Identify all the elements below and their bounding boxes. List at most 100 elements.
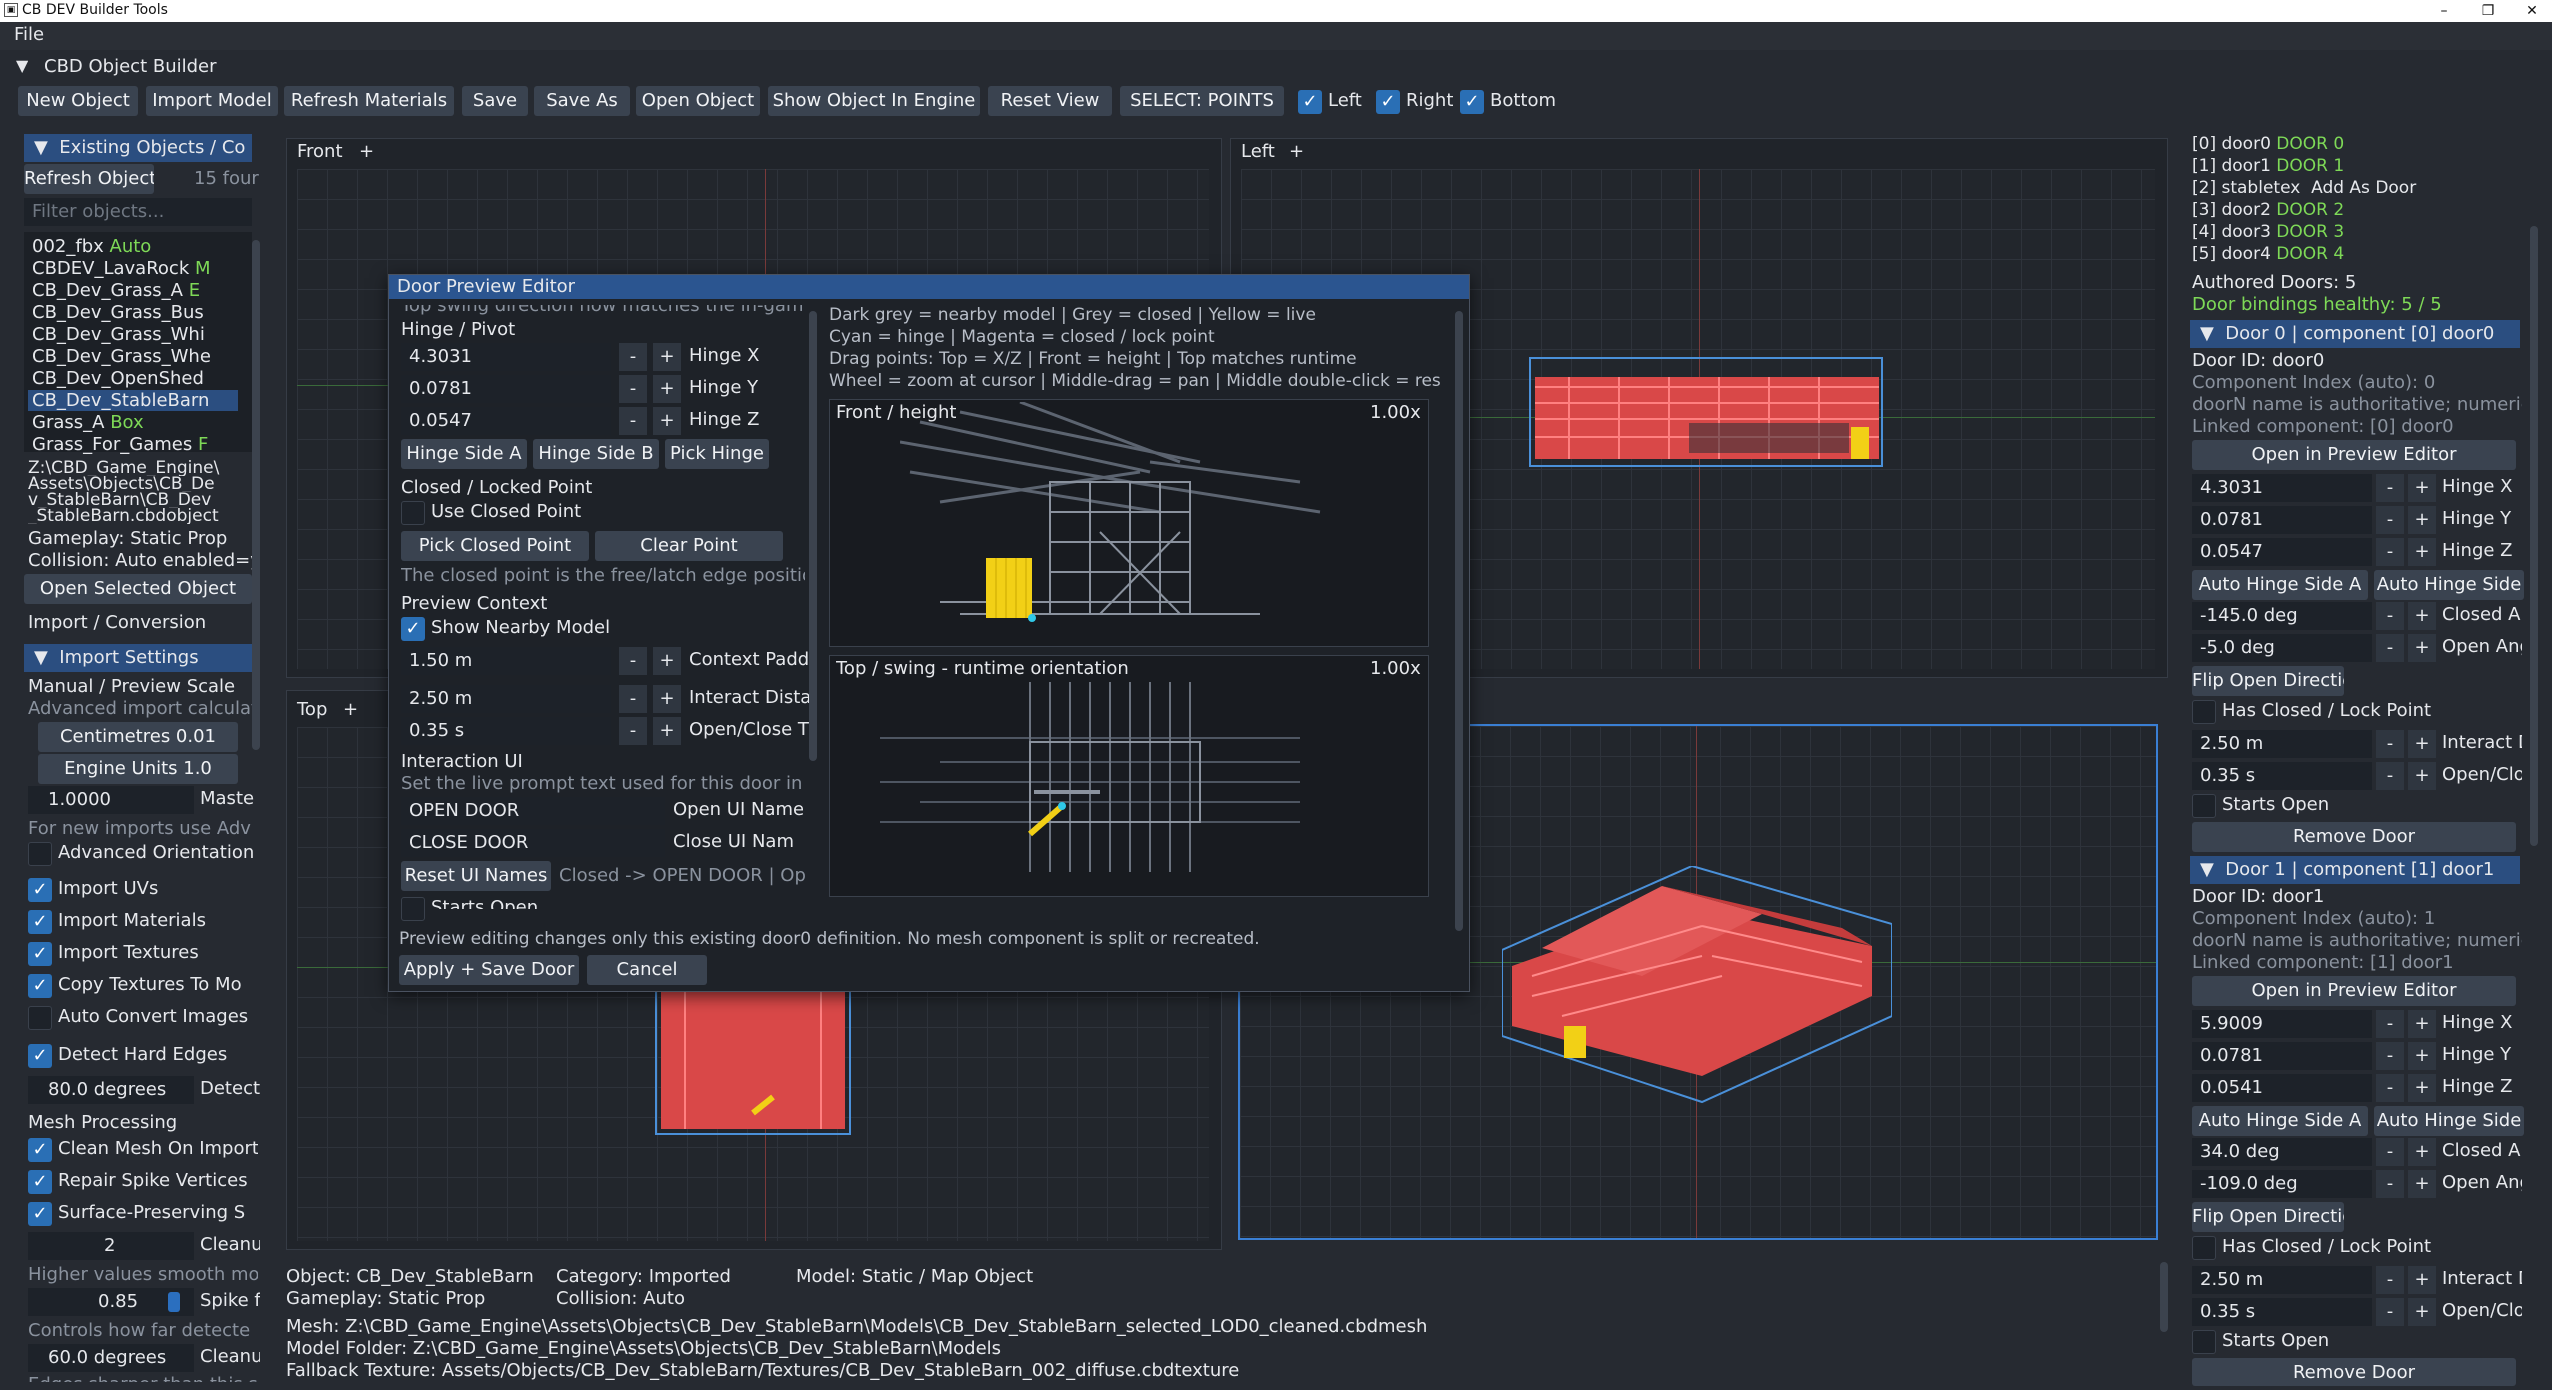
door1-closed-angle-plus[interactable]: + bbox=[2408, 1138, 2436, 1166]
door0-hinge-y-plus[interactable]: + bbox=[2408, 506, 2436, 534]
door0-auto-hinge-b-button[interactable]: Auto Hinge Side bbox=[2374, 570, 2524, 600]
door1-hinge-y-minus[interactable]: - bbox=[2376, 1042, 2404, 1070]
import-materials-checkbox[interactable]: ✓ bbox=[28, 910, 52, 934]
import-settings-header[interactable]: ▼ Import Settings bbox=[24, 644, 252, 672]
hinge-side-b-button[interactable]: Hinge Side B bbox=[533, 439, 659, 469]
door1-hinge-y-plus[interactable]: + bbox=[2408, 1042, 2436, 1070]
component-item[interactable]: [5] door4 DOOR 4 bbox=[2192, 244, 2532, 264]
open-door-field[interactable]: OPEN DOOR bbox=[401, 797, 665, 825]
maximize-button[interactable]: ❐ bbox=[2466, 0, 2510, 22]
use-closed-checkbox[interactable] bbox=[401, 501, 425, 525]
hinge-y-plus[interactable]: + bbox=[653, 375, 681, 403]
cancel-button[interactable]: Cancel bbox=[587, 955, 707, 985]
door1-hinge-y-field[interactable]: 0.0781 bbox=[2192, 1042, 2372, 1070]
door0-closed-angle-minus[interactable]: - bbox=[2376, 602, 2404, 630]
door0-openclose-plus[interactable]: + bbox=[2408, 762, 2436, 790]
door1-hinge-x-plus[interactable]: + bbox=[2408, 1010, 2436, 1038]
door1-header[interactable]: ▼ Door 1 | component [1] door1 bbox=[2190, 856, 2520, 884]
door1-open-angle-field[interactable]: -109.0 deg bbox=[2192, 1170, 2372, 1198]
hinge-y-minus[interactable]: - bbox=[619, 375, 647, 403]
door1-openclose-plus[interactable]: + bbox=[2408, 1298, 2436, 1326]
door1-openclose-field[interactable]: 0.35 s bbox=[2192, 1298, 2372, 1326]
door0-hinge-z-field[interactable]: 0.0547 bbox=[2192, 538, 2372, 566]
bottom-checkbox[interactable]: ✓ bbox=[1460, 90, 1484, 114]
new-object-button[interactable]: New Object bbox=[18, 86, 138, 116]
import-model-button[interactable]: Import Model bbox=[146, 86, 278, 116]
door0-auto-hinge-a-button[interactable]: Auto Hinge Side A bbox=[2192, 570, 2368, 600]
surface-preserving-checkbox[interactable]: ✓ bbox=[28, 1202, 52, 1226]
status-scrollbar[interactable] bbox=[2160, 1262, 2168, 1332]
door0-closed-angle-plus[interactable]: + bbox=[2408, 602, 2436, 630]
top-add-icon[interactable]: + bbox=[343, 699, 358, 720]
existing-objects-header[interactable]: ▼ Existing Objects / Co bbox=[24, 134, 252, 162]
door0-hinge-z-minus[interactable]: - bbox=[2376, 538, 2404, 566]
context-pad-field[interactable]: 1.50 m bbox=[401, 647, 611, 675]
refresh-materials-button[interactable]: Refresh Materials bbox=[284, 86, 454, 116]
door0-open-angle-field[interactable]: -5.0 deg bbox=[2192, 634, 2372, 662]
pick-closed-button[interactable]: Pick Closed Point bbox=[401, 531, 589, 561]
right-checkbox[interactable]: ✓ bbox=[1376, 90, 1400, 114]
cleanup-degrees-field[interactable]: 60.0 degrees bbox=[28, 1344, 194, 1372]
close-door-field[interactable]: CLOSE DOOR bbox=[401, 829, 665, 857]
hinge-y-field[interactable]: 0.0781 bbox=[401, 375, 611, 403]
door1-open-preview-button[interactable]: Open in Preview Editor bbox=[2192, 976, 2516, 1006]
door1-hinge-z-field[interactable]: 0.0541 bbox=[2192, 1074, 2372, 1102]
hinge-x-minus[interactable]: - bbox=[619, 343, 647, 371]
door1-starts-open-checkbox[interactable] bbox=[2192, 1330, 2216, 1354]
door1-hinge-x-minus[interactable]: - bbox=[2376, 1010, 2404, 1038]
top-swing-preview[interactable]: Top / swing - runtime orientation 1.00x bbox=[829, 655, 1429, 897]
hinge-side-a-button[interactable]: Hinge Side A bbox=[401, 439, 527, 469]
show-in-engine-button[interactable]: Show Object In Engine bbox=[768, 86, 980, 116]
door1-auto-hinge-a-button[interactable]: Auto Hinge Side A bbox=[2192, 1106, 2368, 1136]
door1-flip-button[interactable]: Flip Open Direction bbox=[2192, 1202, 2344, 1232]
show-nearby-checkbox[interactable]: ✓ bbox=[401, 617, 425, 641]
component-item[interactable]: [0] door0 DOOR 0 bbox=[2192, 134, 2532, 154]
minimize-button[interactable]: – bbox=[2422, 0, 2466, 22]
door0-open-preview-button[interactable]: Open in Preview Editor bbox=[2192, 440, 2516, 470]
door1-hinge-z-plus[interactable]: + bbox=[2408, 1074, 2436, 1102]
door1-has-closed-checkbox[interactable] bbox=[2192, 1236, 2216, 1260]
filter-input[interactable]: Filter objects... bbox=[24, 198, 252, 226]
clear-point-button[interactable]: Clear Point bbox=[595, 531, 783, 561]
component-item[interactable]: [3] door2 DOOR 2 bbox=[2192, 200, 2532, 220]
list-item[interactable]: CB_Dev_Grass_Whe bbox=[32, 346, 242, 367]
component-item[interactable]: [4] door3 DOOR 3 bbox=[2192, 222, 2532, 242]
door1-interact-minus[interactable]: - bbox=[2376, 1266, 2404, 1294]
door1-openclose-minus[interactable]: - bbox=[2376, 1298, 2404, 1326]
refresh-objects-button[interactable]: Refresh Objects bbox=[24, 164, 154, 194]
left-panel-scrollbar[interactable] bbox=[252, 240, 260, 750]
door0-openclose-field[interactable]: 0.35 s bbox=[2192, 762, 2372, 790]
door0-open-angle-plus[interactable]: + bbox=[2408, 634, 2436, 662]
open-selected-button[interactable]: Open Selected Object bbox=[24, 574, 252, 604]
door0-header[interactable]: ▼ Door 0 | component [0] door0 bbox=[2190, 320, 2520, 348]
door0-has-closed-checkbox[interactable] bbox=[2192, 700, 2216, 724]
scale-field[interactable]: 1.0000 bbox=[28, 786, 194, 814]
door1-auto-hinge-b-button[interactable]: Auto Hinge Side bbox=[2374, 1106, 2524, 1136]
door0-hinge-y-minus[interactable]: - bbox=[2376, 506, 2404, 534]
context-pad-minus[interactable]: - bbox=[619, 647, 647, 675]
hinge-z-minus[interactable]: - bbox=[619, 407, 647, 435]
menu-file[interactable]: File bbox=[14, 24, 44, 45]
builder-header[interactable]: ▼ CBD Object Builder bbox=[0, 54, 2552, 82]
clean-iterations-field[interactable]: 2 bbox=[28, 1232, 194, 1260]
centimetres-button[interactable]: Centimetres 0.01 bbox=[38, 722, 238, 752]
list-item[interactable]: Grass_For_Games F bbox=[32, 434, 242, 455]
door0-hinge-x-minus[interactable]: - bbox=[2376, 474, 2404, 502]
dialog-controls-scrollbar[interactable] bbox=[809, 311, 817, 761]
hinge-z-field[interactable]: 0.0547 bbox=[401, 407, 611, 435]
detect-hard-edges-checkbox[interactable]: ✓ bbox=[28, 1044, 52, 1068]
front-add-icon[interactable]: + bbox=[359, 141, 374, 162]
list-item[interactable]: CB_Dev_OpenShed bbox=[32, 368, 242, 389]
spike-slider[interactable]: 0.85 bbox=[28, 1288, 194, 1316]
hinge-x-field[interactable]: 4.3031 bbox=[401, 343, 611, 371]
door0-interact-minus[interactable]: - bbox=[2376, 730, 2404, 758]
door1-hinge-x-field[interactable]: 5.9009 bbox=[2192, 1010, 2372, 1038]
door0-hinge-z-plus[interactable]: + bbox=[2408, 538, 2436, 566]
interact-dist-field[interactable]: 2.50 m bbox=[401, 685, 611, 713]
open-close-field[interactable]: 0.35 s bbox=[401, 717, 611, 745]
save-button[interactable]: Save bbox=[462, 86, 528, 116]
door0-hinge-y-field[interactable]: 0.0781 bbox=[2192, 506, 2372, 534]
door1-hinge-z-minus[interactable]: - bbox=[2376, 1074, 2404, 1102]
reset-view-button[interactable]: Reset View bbox=[988, 86, 1112, 116]
import-uvs-checkbox[interactable]: ✓ bbox=[28, 878, 52, 902]
